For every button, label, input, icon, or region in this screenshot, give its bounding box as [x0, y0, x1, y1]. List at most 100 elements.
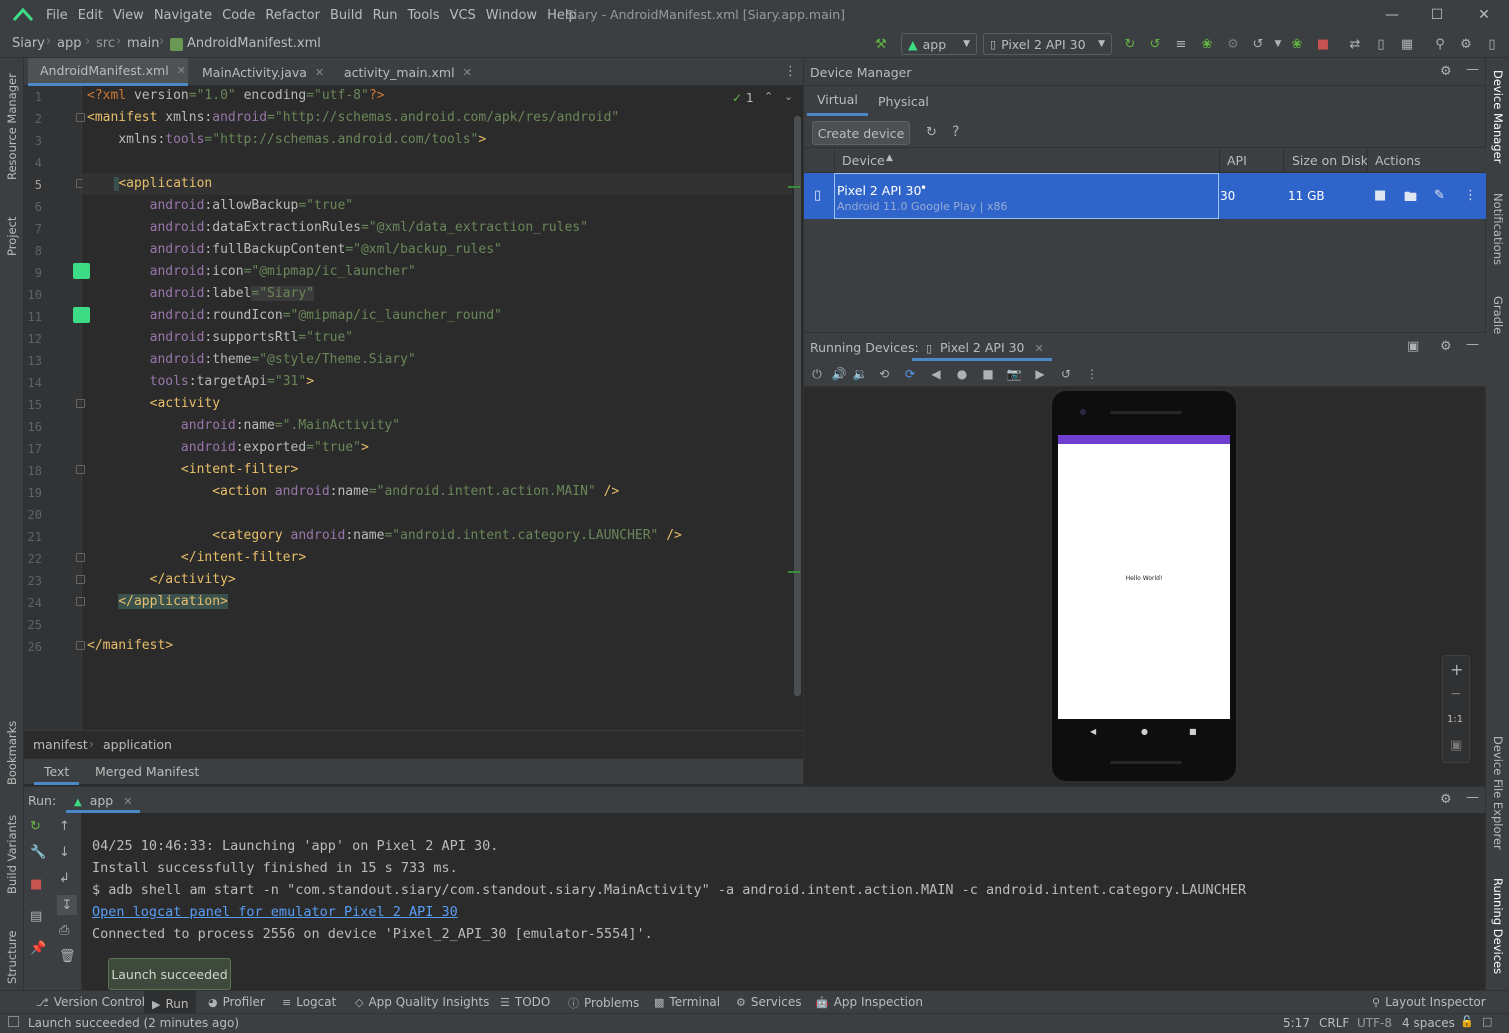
rerun-icon[interactable]: ↻	[30, 819, 41, 834]
run-tool[interactable]: ▶ Run	[144, 991, 197, 1013]
debug-icon[interactable]: ❀	[1198, 35, 1216, 53]
resource-manager-tab[interactable]: Resource Manager	[5, 70, 19, 180]
search-icon[interactable]: ⚲	[1431, 35, 1449, 53]
inspection-count[interactable]: 1	[746, 91, 754, 105]
column-device[interactable]: Device	[842, 153, 885, 168]
attach-process-icon[interactable]: ❀	[1288, 35, 1306, 53]
indent-setting[interactable]: 4 spaces	[1402, 1016, 1455, 1030]
screenshot-camera-icon[interactable]: 📷	[1006, 366, 1022, 382]
breadcrumb-src[interactable]: src	[96, 36, 115, 51]
menu-view[interactable]: View	[113, 8, 152, 23]
pin-icon[interactable]: 📌	[30, 941, 46, 956]
app-inspection-tool[interactable]: 🤖 App Inspection	[815, 995, 923, 1009]
print-icon[interactable]: ⎙	[59, 923, 69, 938]
close-tab-icon[interactable]: ✕	[177, 64, 186, 77]
device-file-explorer-side-tab[interactable]: Device File Explorer	[1491, 736, 1505, 856]
scroll-up-icon[interactable]: ↑	[59, 819, 70, 834]
menu-vcs[interactable]: VCS	[450, 8, 484, 23]
profile-icon[interactable]: ↺	[1249, 35, 1267, 53]
device-row[interactable]: ▯ Pixel 2 API 30 • Android 11.0 Google P…	[804, 173, 1486, 219]
breadcrumb-main[interactable]: main	[127, 36, 159, 51]
device-dropdown[interactable]: ▯ Pixel 2 API 30 ▼	[983, 33, 1112, 55]
soft-wrap-icon[interactable]: ↲	[59, 871, 70, 886]
build-variants-tab[interactable]: Build Variants	[5, 804, 19, 894]
project-tab[interactable]: Project	[5, 206, 19, 256]
lock-icon[interactable]: 🔓	[1460, 1015, 1474, 1028]
terminal-tool[interactable]: ▩ Terminal	[654, 995, 720, 1009]
layout-inspector-tool[interactable]: ⚲ Layout Inspector	[1372, 995, 1486, 1009]
tab-text[interactable]: Text	[34, 759, 80, 785]
hide-panel-icon[interactable]: —	[1466, 790, 1479, 805]
breadcrumb-module[interactable]: app	[57, 36, 81, 51]
tab-physical[interactable]: Physical	[868, 86, 939, 116]
zoom-out-icon[interactable]: −	[1450, 686, 1462, 702]
menu-file[interactable]: File	[46, 8, 76, 23]
build-hammer-icon[interactable]: ⚒	[872, 35, 890, 53]
refresh-icon[interactable]: ↻	[926, 125, 937, 140]
stop-device-icon[interactable]: ■	[1374, 188, 1386, 203]
sdk-manager-icon[interactable]: ▦	[1398, 35, 1416, 53]
gear-icon[interactable]: ⚙	[1440, 792, 1452, 807]
help-icon[interactable]: ?	[952, 124, 959, 140]
home-icon[interactable]: ●	[954, 366, 970, 382]
gear-icon[interactable]: ⚙	[1440, 64, 1452, 79]
menu-tools[interactable]: Tools	[408, 8, 448, 23]
code-editor[interactable]: <?xml version="1.0" encoding="utf-8"?> <…	[82, 86, 792, 730]
close-window-button[interactable]: ✕	[1472, 4, 1496, 26]
snapshot-icon[interactable]: ↺	[1058, 366, 1074, 382]
tab-main-activity[interactable]: MainActivity.java ✕	[190, 58, 330, 86]
more-run-chevron-icon[interactable]: ▼	[1269, 35, 1287, 53]
maximize-button[interactable]: ☐	[1425, 4, 1449, 26]
rerun-icon[interactable]: ↻	[1121, 35, 1139, 53]
memory-indicator-icon[interactable]: □	[1482, 1015, 1492, 1028]
breadcrumb-file[interactable]: AndroidManifest.xml	[187, 36, 321, 51]
previous-highlight-icon[interactable]: ⌃	[764, 90, 773, 103]
overview-icon[interactable]: ■	[980, 366, 996, 382]
tab-merged-manifest[interactable]: Merged Manifest	[95, 764, 199, 779]
minimize-button[interactable]: —	[1380, 4, 1404, 26]
rotate-left-icon[interactable]: ⟲	[876, 366, 892, 382]
screen-record-icon[interactable]: ▶	[1032, 366, 1048, 382]
scroll-down-icon[interactable]: ↓	[59, 845, 70, 860]
logcat-tool[interactable]: ≡ Logcat	[282, 995, 336, 1009]
nav-back-icon[interactable]: ◀	[1090, 727, 1096, 736]
hide-panel-icon[interactable]: —	[1466, 337, 1479, 352]
column-api[interactable]: API	[1227, 153, 1247, 168]
close-tab-icon[interactable]: ✕	[463, 66, 472, 79]
breadcrumb-project[interactable]: Siary	[12, 36, 45, 51]
stop-icon[interactable]: ■	[1314, 35, 1332, 53]
more-options-icon[interactable]: ⋮	[1084, 366, 1100, 382]
close-tab-icon[interactable]: ✕	[123, 795, 132, 808]
editor-scrollbar[interactable]	[792, 86, 803, 730]
open-folder-icon[interactable]: 🖿	[1404, 188, 1417, 210]
xml-path-manifest[interactable]: manifest	[33, 737, 88, 752]
xml-path-application[interactable]: application	[103, 737, 172, 752]
close-tab-icon[interactable]: ✕	[1035, 342, 1044, 355]
nav-recents-icon[interactable]: ■	[1189, 727, 1197, 736]
file-encoding[interactable]: UTF-8	[1357, 1016, 1392, 1030]
menu-run[interactable]: Run	[373, 8, 406, 23]
nav-home-icon[interactable]: ●	[1141, 727, 1148, 736]
zoom-actual-size[interactable]: 1:1	[1447, 714, 1463, 725]
tab-activity-main[interactable]: activity_main.xml ✕	[332, 58, 472, 86]
volume-down-icon[interactable]: 🔉	[852, 366, 868, 382]
services-tool[interactable]: ⚙ Services	[736, 995, 801, 1009]
hide-panel-icon[interactable]: —	[1466, 62, 1479, 77]
tab-android-manifest[interactable]: AndroidManifest.xml ✕	[28, 58, 188, 86]
problems-tool[interactable]: ⓘ Problems	[568, 995, 639, 1011]
edit-pencil-icon[interactable]: ✎	[1434, 188, 1445, 203]
volume-up-icon[interactable]: 🔊	[831, 366, 847, 382]
run-config-dropdown[interactable]: ▲ app ▼	[901, 33, 977, 55]
gradle-side-tab[interactable]: Gradle	[1491, 296, 1505, 351]
scroll-to-end-icon[interactable]: ↧	[57, 895, 77, 915]
back-icon[interactable]: ◀	[928, 366, 944, 382]
menu-build[interactable]: Build	[330, 8, 371, 23]
rotate-right-icon[interactable]: ⟳	[902, 366, 918, 382]
layout-icon[interactable]: ▤	[30, 909, 42, 924]
gear-icon[interactable]: ⚙	[1457, 35, 1475, 53]
apply-changes-icon[interactable]: ↺	[1146, 35, 1164, 53]
notifications-side-tab[interactable]: Notifications	[1491, 193, 1505, 283]
close-tab-icon[interactable]: ✕	[315, 66, 324, 79]
launch-succeeded-toast[interactable]: Launch succeeded	[108, 958, 231, 990]
bookmarks-tab[interactable]: Bookmarks	[5, 710, 19, 785]
